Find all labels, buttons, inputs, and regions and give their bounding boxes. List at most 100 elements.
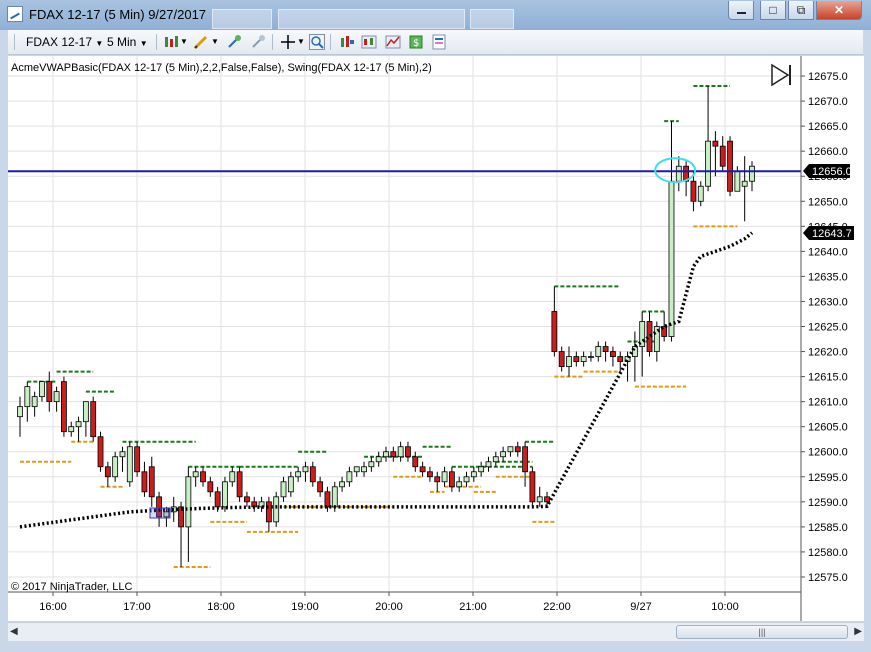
candle-body: [244, 496, 250, 503]
candle: [75, 416, 82, 442]
candle: [273, 491, 280, 527]
pointer-add-icon[interactable]: [226, 34, 242, 50]
candle: [580, 351, 587, 367]
bar-style-icon[interactable]: [163, 34, 179, 50]
svg-text:$: $: [413, 38, 419, 49]
candle-body: [82, 401, 89, 423]
interval-selector[interactable]: 5 Min ▼: [107, 33, 148, 51]
scroll-to-end-icon[interactable]: [771, 63, 791, 87]
minimize-button[interactable]: [728, 1, 754, 20]
data-box-icon[interactable]: [431, 34, 447, 50]
price-tick-label: 12630.0: [808, 296, 848, 308]
candle: [339, 476, 345, 492]
scroll-left-icon[interactable]: ◀: [10, 626, 18, 637]
background-window-tab: [470, 9, 514, 29]
candle: [631, 331, 638, 382]
candle: [675, 156, 682, 192]
candle-body: [485, 461, 492, 468]
interval-label: 5 Min: [107, 35, 137, 49]
candle-body: [588, 356, 594, 358]
candle: [353, 466, 360, 477]
candle: [456, 476, 463, 492]
candle-body: [39, 381, 45, 398]
instrument-selector[interactable]: FDAX 12-17 ▼: [26, 33, 103, 51]
crosshair-icon[interactable]: [280, 34, 296, 50]
candle: [668, 121, 675, 342]
candle-body: [207, 481, 214, 493]
price-axis[interactable]: 12675.012670.012665.012660.012655.012650…: [801, 71, 848, 584]
candle-body: [419, 466, 426, 473]
candle: [478, 461, 485, 477]
candle-body: [280, 481, 287, 498]
candle: [229, 466, 236, 487]
candle-body: [375, 456, 382, 463]
candle: [97, 431, 104, 472]
properties-icon-graphic: $: [409, 35, 423, 49]
pointer-remove-icon[interactable]: [250, 34, 266, 50]
marker-rectangle[interactable]: [149, 507, 171, 519]
price-chart[interactable]: 12675.012670.012665.012660.012655.012650…: [8, 56, 864, 621]
candle-body: [741, 180, 748, 187]
candle: [317, 476, 324, 497]
price-tick-label: 12665.0: [808, 121, 848, 133]
chevron-down-icon[interactable]: ▼: [297, 33, 305, 51]
candle: [90, 396, 97, 442]
maximize-button[interactable]: □: [760, 1, 786, 20]
candle-body: [544, 496, 550, 503]
strategy-icon[interactable]: [361, 34, 377, 50]
candle-body: [712, 140, 719, 147]
indicators-icon[interactable]: [339, 34, 355, 50]
scroll-right-icon[interactable]: ▶: [854, 626, 862, 637]
candle: [551, 286, 558, 357]
candle: [522, 441, 528, 487]
time-tick-label: 21:00: [459, 601, 487, 613]
background-window-tab: [278, 9, 465, 29]
candle-body: [463, 476, 470, 483]
candle-body: [185, 476, 192, 528]
candle: [507, 446, 514, 457]
scrollbar-thumb[interactable]: |||: [676, 625, 848, 639]
candle: [244, 491, 250, 507]
candle-body: [200, 471, 206, 483]
candle-body: [119, 451, 126, 458]
strategy-icon-graphic: [361, 35, 377, 49]
properties-icon[interactable]: $: [408, 34, 424, 50]
candle: [39, 381, 45, 402]
horizontal-scrollbar[interactable]: ◀ ||| ▶: [8, 622, 864, 641]
chart-panel[interactable]: 12675.012670.012665.012660.012655.012650…: [8, 56, 864, 621]
candle: [719, 136, 726, 172]
candle: [31, 391, 38, 417]
time-axis[interactable]: 16:00 17:00 18:00 19:00 20:00 21:00 22:00 9/27 1…: [39, 592, 739, 613]
candle: [24, 381, 31, 422]
zoom-icon[interactable]: [309, 34, 325, 50]
candle-body: [617, 356, 624, 362]
candle-body: [273, 496, 280, 523]
candle: [463, 471, 470, 487]
candle-body: [24, 386, 31, 408]
candle-body: [456, 481, 463, 488]
chevron-down-icon[interactable]: ▼: [211, 33, 219, 51]
chart-trader-icon[interactable]: [385, 34, 401, 50]
candle-body: [734, 170, 741, 192]
candle: [207, 476, 214, 497]
candle-body: [705, 140, 711, 187]
pencil-icon[interactable]: [193, 34, 209, 50]
candle-body: [492, 456, 499, 463]
candle: [17, 396, 23, 437]
chart-toolbar: FDAX 12-17 ▼ 5 Min ▼ ▼ ▼ ▼ $: [8, 30, 863, 55]
restore-button[interactable]: ⧉: [788, 1, 814, 20]
price-tick-label: 12650.0: [808, 196, 848, 208]
candle: [544, 491, 550, 507]
zoom-icon-graphic: [311, 36, 324, 49]
candle: [251, 496, 258, 512]
window-title: FDAX 12-17 (5 Min) 9/27/2017: [29, 7, 207, 22]
candle-body: [536, 496, 543, 503]
candle: [295, 466, 302, 482]
close-button[interactable]: ✕: [816, 1, 862, 20]
price-tick-label: 12615.0: [808, 372, 848, 384]
price-tick-label: 12635.0: [808, 271, 848, 283]
pointer-remove-icon-graphic: [252, 35, 265, 48]
chevron-down-icon[interactable]: ▼: [180, 33, 188, 51]
candle: [653, 321, 660, 362]
candle: [119, 446, 126, 472]
